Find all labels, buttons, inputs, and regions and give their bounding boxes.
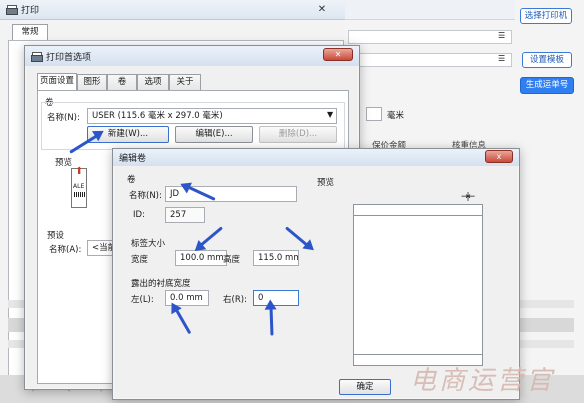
ok-button[interactable]: 确定 [339, 379, 391, 395]
roll-name-label: 名称(N): [129, 191, 162, 201]
print-window-tab-general[interactable]: 常规 [12, 24, 48, 40]
liner-left-label: 左(L): [131, 295, 154, 305]
select-printer-button[interactable]: 选择打印机 [520, 8, 572, 24]
edit-roll-close-icon[interactable]: x [485, 150, 513, 163]
dropdown-2-menu-icon: ☰ [498, 54, 506, 63]
roll-id-value: 257 [170, 210, 187, 220]
preview-bottom-edge [354, 354, 482, 355]
edit-roll-title: 编辑卷 [119, 154, 147, 164]
preview-label: 预览 [55, 158, 73, 168]
tab-page-setup[interactable]: 页面设置 [37, 73, 77, 90]
paper-name-label: 名称(N): [47, 113, 80, 123]
liner-right-value: 0 [258, 293, 264, 303]
preset-group-label: 预设 [47, 231, 65, 241]
watermark-text: 电商运营官 [410, 366, 556, 396]
paper-name-value: USER (115.6 毫米 x 297.0 毫米) [92, 111, 223, 121]
tab-general-label: 常规 [21, 27, 39, 37]
print-window-titlebar: 打印 [0, 0, 345, 20]
height-label: 高度 [223, 255, 241, 265]
mm-input[interactable] [366, 107, 382, 121]
height-value: 115.0 mm [258, 253, 299, 263]
preview-icon-text: ALE [73, 183, 85, 190]
label-size-group-label: 标签大小 [131, 239, 166, 249]
roll-name-value: JD [170, 189, 180, 199]
paper-name-select[interactable]: USER (115.6 毫米 x 297.0 毫米) [87, 108, 337, 124]
print-preferences-tabs: 页面设置 图形 卷 选项 关于 [37, 73, 349, 91]
liner-right-label: 右(R): [223, 295, 247, 305]
printer-icon [6, 5, 18, 15]
preview-label-icon: ⬆ ALE [71, 166, 87, 208]
right-dropdown-1[interactable] [348, 30, 512, 44]
height-input[interactable]: 115.0 mm [253, 250, 299, 266]
roll-group-label: 卷 [127, 175, 136, 185]
up-arrow-icon: ⬆ [75, 166, 84, 177]
dropdown-1-menu-icon: ☰ [498, 31, 506, 40]
width-value: 100.0 mm [180, 253, 224, 263]
set-template-button[interactable]: 设置模板 [522, 52, 572, 68]
mm-label: 毫米 [387, 111, 405, 121]
preset-name-label: 名称(A): [49, 245, 82, 255]
tab-graphics[interactable]: 图形 [77, 74, 107, 90]
printer-icon [31, 51, 43, 62]
chevron-down-icon: ▼ [327, 110, 334, 119]
delete-roll-button[interactable]: 删除(D)... [259, 126, 337, 143]
right-dropdown-2[interactable] [348, 53, 512, 67]
preview-frame [353, 204, 483, 366]
preview-top-edge [354, 215, 482, 216]
preview-icon-barcode [74, 192, 85, 197]
liner-group-label: 露出的衬底宽度 [131, 279, 191, 289]
roll-id-input[interactable]: 257 [165, 207, 205, 223]
edit-preview-label: 预览 [317, 178, 335, 188]
print-preferences-close-icon[interactable]: ✕ [323, 48, 353, 61]
tab-roll[interactable]: 卷 [107, 74, 137, 90]
edit-roll-titlebar: 编辑卷 [113, 149, 519, 166]
roll-id-label: ID: [133, 210, 145, 220]
print-preferences-title: 打印首选项 [46, 52, 92, 63]
print-window-title: 打印 [21, 6, 40, 16]
generate-waybill-button[interactable]: 生成运单号 [520, 77, 574, 94]
edit-roll-button[interactable]: 编辑(E)... [175, 126, 253, 143]
right-panel-top-strip [345, 0, 515, 20]
print-window-close-icon[interactable]: ✕ [315, 4, 329, 16]
width-label: 宽度 [131, 255, 149, 265]
tab-about[interactable]: 关于 [169, 74, 201, 90]
print-preferences-titlebar: 打印首选项 [25, 46, 359, 66]
preview-arrows-icon: →|← [461, 192, 475, 202]
tab-options[interactable]: 选项 [137, 74, 169, 90]
